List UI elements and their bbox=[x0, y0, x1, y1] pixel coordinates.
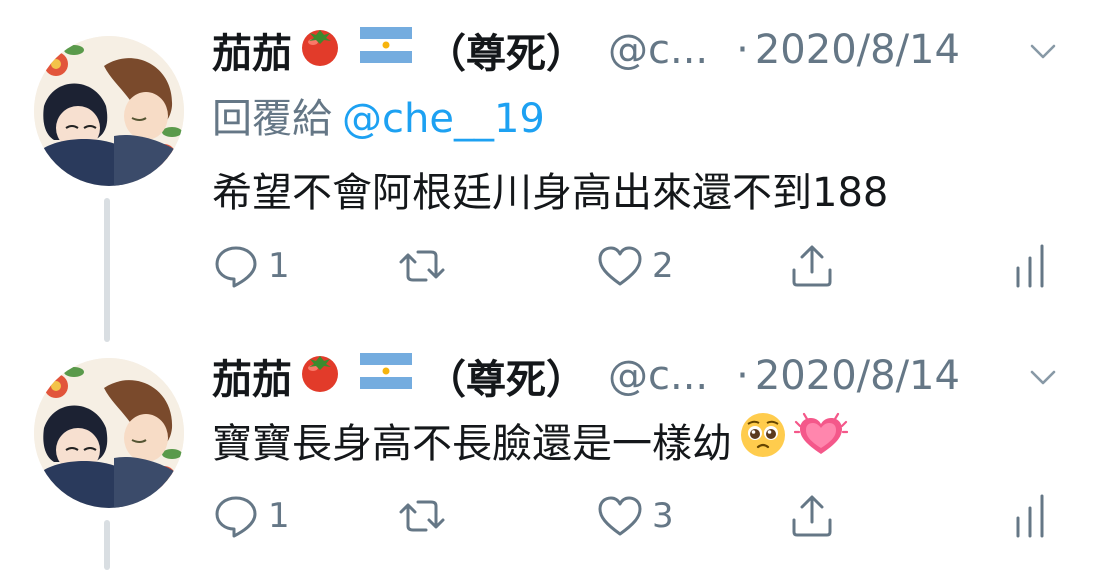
beating-heart-emoji bbox=[793, 410, 849, 470]
thread-line bbox=[104, 520, 110, 570]
chevron-down-icon[interactable] bbox=[1026, 34, 1060, 68]
user-handle[interactable]: @c... bbox=[608, 27, 708, 73]
like-count: 3 bbox=[652, 496, 674, 536]
share-button[interactable] bbox=[788, 486, 836, 546]
tweet-header: 茄茄 （尊死） @c... · 2020/8/14 bbox=[212, 20, 1068, 80]
reply-icon bbox=[215, 246, 257, 288]
analytics-button[interactable] bbox=[1008, 486, 1056, 546]
thread-line bbox=[104, 198, 110, 342]
pleading-face-emoji bbox=[738, 410, 788, 470]
like-button[interactable]: 2 bbox=[596, 236, 674, 296]
share-icon bbox=[792, 245, 832, 287]
reply-count: 1 bbox=[268, 496, 290, 536]
retweet-icon bbox=[399, 250, 445, 282]
separator-dot: · bbox=[736, 353, 749, 399]
like-count: 2 bbox=[652, 246, 674, 286]
analytics-button[interactable] bbox=[1008, 236, 1056, 296]
like-button[interactable]: 3 bbox=[596, 486, 674, 546]
tomato-emoji bbox=[296, 347, 344, 405]
share-button[interactable] bbox=[788, 236, 836, 296]
retweet-icon bbox=[399, 500, 445, 532]
share-icon bbox=[792, 495, 832, 537]
tweet-date[interactable]: 2020/8/14 bbox=[755, 27, 960, 73]
tweet-item[interactable]: 茄茄 （尊死） @c... · 2020/8/14 bbox=[0, 330, 1108, 570]
display-name[interactable]: 茄茄 （尊死） bbox=[212, 347, 586, 405]
reply-button[interactable]: 1 bbox=[212, 486, 290, 546]
analytics-icon bbox=[1016, 494, 1044, 538]
avatar[interactable] bbox=[34, 358, 184, 508]
retweet-button[interactable] bbox=[398, 236, 454, 296]
heart-icon bbox=[598, 496, 642, 536]
retweet-button[interactable] bbox=[398, 486, 454, 546]
heart-icon bbox=[598, 246, 642, 286]
reply-button[interactable]: 1 bbox=[212, 236, 290, 296]
user-handle[interactable]: @c... bbox=[608, 353, 708, 399]
separator-dot: · bbox=[736, 27, 749, 73]
reply-to-line: 回覆給 @che__19 bbox=[212, 86, 545, 144]
reply-to-handle-link[interactable]: @che__19 bbox=[342, 96, 545, 142]
display-name[interactable]: 茄茄 （尊死） bbox=[212, 21, 586, 79]
tomato-emoji bbox=[296, 21, 344, 79]
tweet-header: 茄茄 （尊死） @c... · 2020/8/14 bbox=[212, 346, 1068, 406]
tweet-text: 寶寶長身高不長臉還是一樣幼 bbox=[212, 410, 849, 470]
tweet-date[interactable]: 2020/8/14 bbox=[755, 353, 960, 399]
reply-to-label: 回覆給 bbox=[212, 96, 332, 142]
reply-count: 1 bbox=[268, 246, 290, 286]
chevron-down-icon[interactable] bbox=[1026, 360, 1060, 394]
tweet-actions: 1 2 bbox=[212, 236, 1058, 296]
argentina-flag-emoji bbox=[360, 353, 412, 399]
tweet-text: 希望不會阿根廷川身高出來還不到188 bbox=[212, 170, 889, 216]
analytics-icon bbox=[1016, 244, 1044, 288]
argentina-flag-emoji bbox=[360, 27, 412, 73]
anime-avatar-icon bbox=[34, 358, 184, 508]
anime-avatar-icon bbox=[34, 36, 184, 186]
reply-icon bbox=[215, 496, 257, 538]
tweet-actions: 1 3 bbox=[212, 486, 1058, 546]
avatar[interactable] bbox=[34, 36, 184, 186]
tweet-item[interactable]: 茄茄 （尊死） @c... · 2020/8/14 bbox=[0, 0, 1108, 342]
